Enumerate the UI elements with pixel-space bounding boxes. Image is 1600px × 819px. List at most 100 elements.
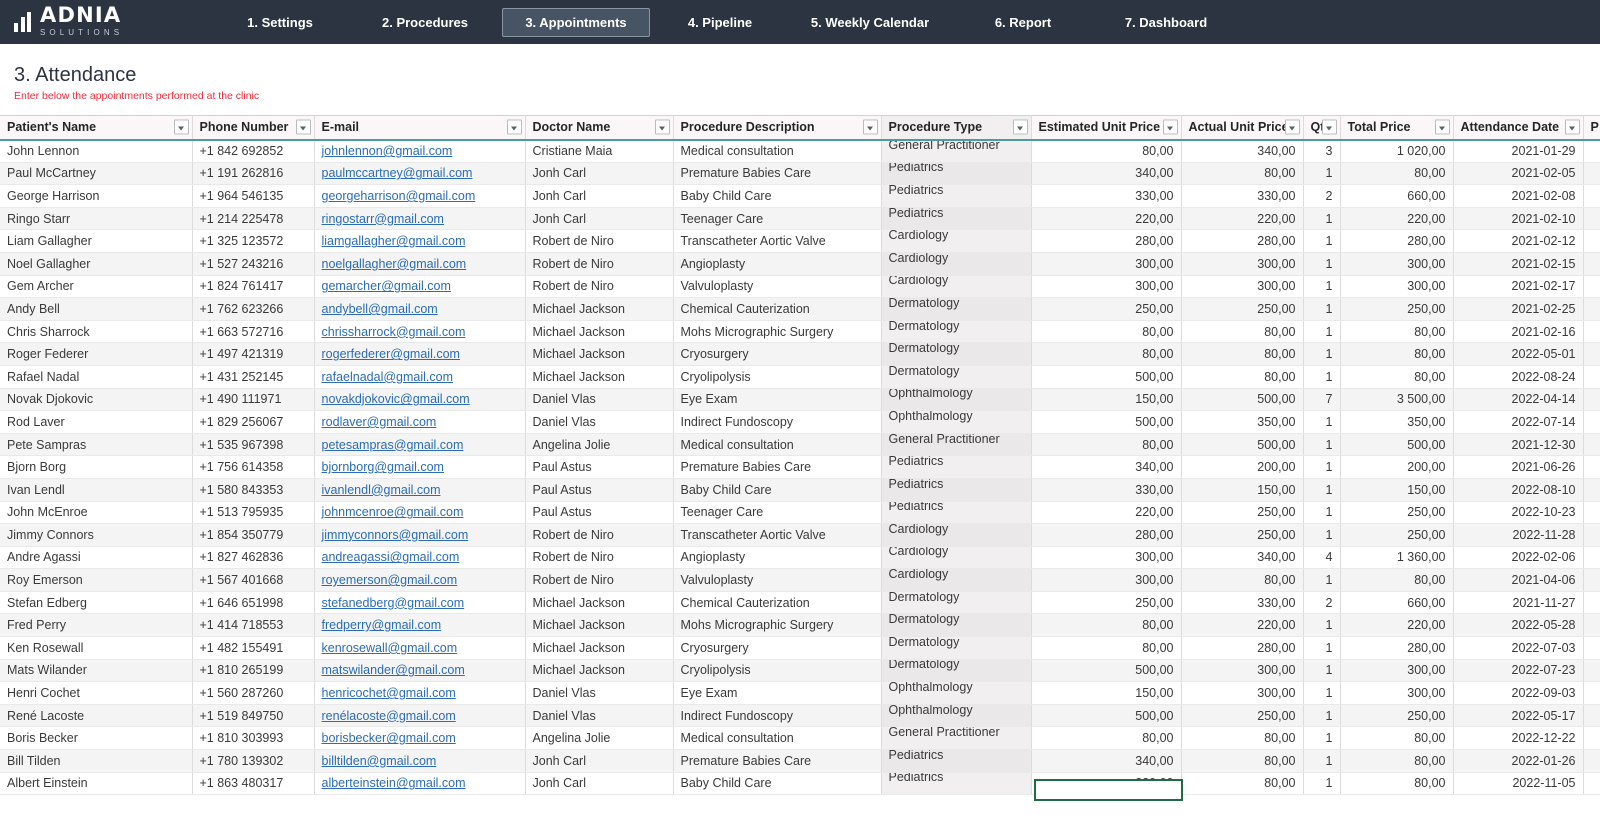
filter-dropdown-icon[interactable] (1284, 119, 1300, 135)
cell-email[interactable]: rodlaver@gmail.com (314, 410, 526, 434)
cell-email[interactable]: andybell@gmail.com (314, 297, 526, 321)
col-header-patient-name[interactable]: Patient's Name (0, 115, 193, 141)
email-link[interactable]: petesampras@gmail.com (322, 438, 464, 452)
cell-email[interactable]: renélacoste@gmail.com (314, 704, 526, 728)
filter-dropdown-icon[interactable] (654, 119, 670, 135)
table-row[interactable]: John McEnroe +1 513 795935 johnmcenroe@gma… (0, 501, 1600, 525)
cell-email[interactable]: georgeharrison@gmail.com (314, 184, 526, 208)
email-link[interactable]: kenrosewall@gmail.com (322, 641, 458, 655)
email-link[interactable]: rafaelnadal@gmail.com (322, 370, 454, 384)
nav-tab-appointments[interactable]: 3. Appointments (502, 7, 650, 37)
cell-email[interactable]: kenrosewall@gmail.com (314, 636, 526, 660)
nav-tab-weekly-calendar[interactable]: 5. Weekly Calendar (790, 8, 950, 37)
email-link[interactable]: georgeharrison@gmail.com (322, 189, 476, 203)
cell-email[interactable]: bjornborg@gmail.com (314, 455, 526, 479)
col-header-qty[interactable]: Qty (1303, 115, 1341, 141)
email-link[interactable]: andybell@gmail.com (322, 302, 438, 316)
nav-tab-procedures[interactable]: 2. Procedures (354, 8, 496, 37)
cell-email[interactable]: johnlennon@gmail.com (314, 139, 526, 163)
filter-dropdown-icon[interactable] (1162, 119, 1178, 135)
filter-dropdown-icon[interactable] (295, 119, 311, 135)
table-row[interactable]: Chris Sharrock +1 663 572716 chrissharrock… (0, 320, 1600, 344)
email-link[interactable]: andreagassi@gmail.com (322, 550, 460, 564)
col-header-procedure-type[interactable]: Procedure Type (881, 115, 1032, 141)
cell-email[interactable]: ringostarr@gmail.com (314, 207, 526, 231)
nav-tab-dashboard[interactable]: 7. Dashboard (1096, 8, 1236, 37)
cell-email[interactable]: henricochet@gmail.com (314, 681, 526, 705)
nav-tab-report[interactable]: 6. Report (956, 8, 1090, 37)
table-row[interactable]: Jimmy Connors +1 854 350779 jimmyconnors@g… (0, 523, 1600, 547)
cell-email[interactable]: paulmccartney@gmail.com (314, 162, 526, 186)
col-header-procedure-description[interactable]: Procedure Description (673, 115, 882, 141)
email-link[interactable]: johnlennon@gmail.com (322, 144, 453, 158)
selected-cell-indicator[interactable] (1034, 779, 1183, 801)
table-row[interactable]: Paul McCartney +1 191 262816 paulmccartney… (0, 162, 1600, 186)
cell-email[interactable]: jimmyconnors@gmail.com (314, 523, 526, 547)
table-row[interactable]: Rod Laver +1 829 256067 rodlaver@gmail.com… (0, 410, 1600, 434)
email-link[interactable]: royemerson@gmail.com (322, 573, 458, 587)
email-link[interactable]: bjornborg@gmail.com (322, 460, 444, 474)
cell-email[interactable]: fredperry@gmail.com (314, 613, 526, 638)
cell-email[interactable]: billtilden@gmail.com (314, 749, 526, 773)
table-row[interactable]: George Harrison +1 964 546135 georgeharris… (0, 184, 1600, 208)
email-link[interactable]: stefanedberg@gmail.com (322, 596, 465, 610)
cell-email[interactable]: andreagassi@gmail.com (314, 546, 526, 570)
nav-tab-settings[interactable]: 1. Settings (212, 8, 348, 37)
col-header-attendance-date[interactable]: Attendance Date (1453, 115, 1584, 141)
cell-email[interactable]: chrissharrock@gmail.com (314, 320, 526, 344)
col-header-actual-unit-price[interactable]: Actual Unit Price (1181, 115, 1304, 141)
email-link[interactable]: fredperry@gmail.com (322, 618, 442, 632)
cell-email[interactable]: matswilander@gmail.com (314, 659, 526, 683)
table-row[interactable]: Andre Agassi +1 827 462836 andreagassi@gma… (0, 546, 1600, 570)
table-row[interactable]: Gem Archer +1 824 761417 gemarcher@gmail.c… (0, 275, 1600, 299)
table-row[interactable]: Roger Federer +1 497 421319 rogerfederer@g… (0, 342, 1600, 366)
col-header-estimated-unit-price[interactable]: Estimated Unit Price (1031, 115, 1182, 141)
table-row[interactable]: Mats Wilander +1 810 265199 matswilander@g… (0, 659, 1600, 683)
email-link[interactable]: matswilander@gmail.com (322, 663, 465, 677)
email-link[interactable]: billtilden@gmail.com (322, 754, 437, 768)
table-row[interactable]: Henri Cochet +1 560 287260 henricochet@gma… (0, 681, 1600, 705)
email-link[interactable]: borisbecker@gmail.com (322, 731, 456, 745)
email-link[interactable]: novakdjokovic@gmail.com (322, 392, 470, 406)
cell-email[interactable]: petesampras@gmail.com (314, 433, 526, 457)
email-link[interactable]: liamgallagher@gmail.com (322, 234, 466, 248)
col-header-doctor-name[interactable]: Doctor Name (525, 115, 674, 141)
table-row[interactable]: René Lacoste +1 519 849750 renélacoste@gma… (0, 704, 1600, 728)
cell-email[interactable]: alberteinstein@gmail.com (314, 772, 526, 796)
cell-email[interactable]: novakdjokovic@gmail.com (314, 388, 526, 412)
cell-email[interactable]: rogerfederer@gmail.com (314, 342, 526, 366)
table-row[interactable]: John Lennon +1 842 692852 johnlennon@gmail… (0, 139, 1600, 163)
email-link[interactable]: rogerfederer@gmail.com (322, 347, 460, 361)
col-header-total-price[interactable]: Total Price (1340, 115, 1454, 141)
table-row[interactable]: Roy Emerson +1 567 401668 royemerson@gmail… (0, 568, 1600, 592)
cell-email[interactable]: rafaelnadal@gmail.com (314, 365, 526, 389)
table-row[interactable]: Boris Becker +1 810 303993 borisbecker@gma… (0, 726, 1600, 751)
cell-email[interactable]: royemerson@gmail.com (314, 568, 526, 592)
table-row[interactable]: Ken Rosewall +1 482 155491 kenrosewall@gma… (0, 636, 1600, 660)
filter-dropdown-icon[interactable] (1564, 119, 1580, 135)
table-row[interactable]: Pete Sampras +1 535 967398 petesampras@gma… (0, 433, 1600, 457)
filter-dropdown-icon[interactable] (506, 119, 522, 135)
email-link[interactable]: ivanlendl@gmail.com (322, 483, 441, 497)
table-row[interactable]: Stefan Edberg +1 646 651998 stefanedberg@g… (0, 591, 1600, 615)
email-link[interactable]: alberteinstein@gmail.com (322, 776, 466, 790)
table-row[interactable]: Andy Bell +1 762 623266 andybell@gmail.com… (0, 297, 1600, 321)
table-row[interactable]: Bill Tilden +1 780 139302 billtilden@gmail… (0, 749, 1600, 773)
filter-dropdown-icon[interactable] (1321, 119, 1337, 135)
table-row[interactable]: Liam Gallagher +1 325 123572 liamgallagher… (0, 229, 1600, 253)
table-row[interactable]: Ringo Starr +1 214 225478 ringostarr@gmail… (0, 207, 1600, 231)
cell-email[interactable]: johnmcenroe@gmail.com (314, 501, 526, 525)
table-row[interactable]: Bjorn Borg +1 756 614358 bjornborg@gmail.c… (0, 455, 1600, 479)
table-row[interactable]: Fred Perry +1 414 718553 fredperry@gmail.c… (0, 613, 1600, 638)
email-link[interactable]: rodlaver@gmail.com (322, 415, 437, 429)
email-link[interactable]: paulmccartney@gmail.com (322, 166, 473, 180)
cell-email[interactable]: stefanedberg@gmail.com (314, 591, 526, 615)
email-link[interactable]: noelgallagher@gmail.com (322, 257, 467, 271)
email-link[interactable]: gemarcher@gmail.com (322, 279, 451, 293)
table-row[interactable]: Albert Einstein +1 863 480317 alberteinste… (0, 772, 1600, 796)
col-header-next-partial[interactable]: P (1583, 115, 1600, 141)
table-row[interactable]: Ivan Lendl +1 580 843353 ivanlendl@gmail.c… (0, 478, 1600, 502)
filter-dropdown-icon[interactable] (1434, 119, 1450, 135)
cell-email[interactable]: ivanlendl@gmail.com (314, 478, 526, 502)
email-link[interactable]: chrissharrock@gmail.com (322, 325, 466, 339)
